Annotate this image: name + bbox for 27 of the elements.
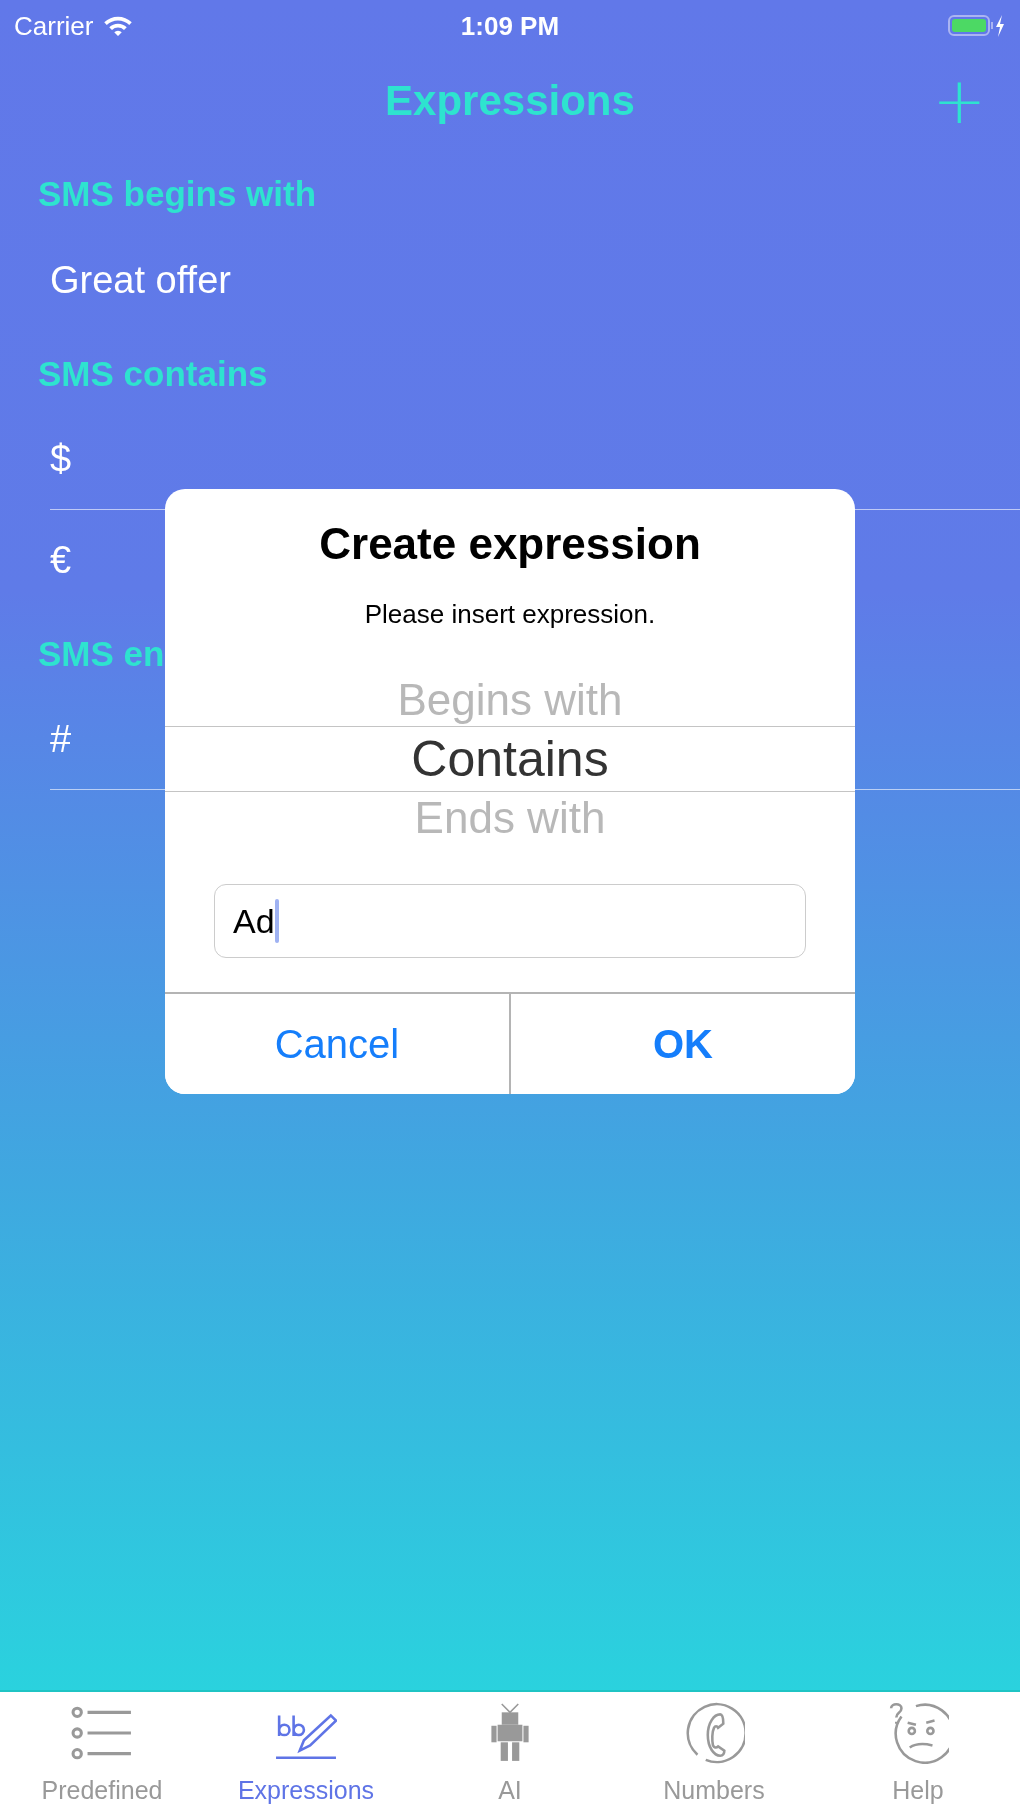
add-button[interactable]: +: [926, 74, 992, 128]
expression-item[interactable]: Great offer: [50, 258, 231, 302]
dialog-message: Please insert expression.: [363, 599, 657, 630]
phone-icon: [683, 1702, 745, 1764]
tab-item[interactable]: Help: [816, 1692, 1020, 1813]
status-time: 1:09 PM: [460, 10, 560, 42]
section-header: SMS begins with: [38, 174, 317, 213]
expression-item[interactable]: €: [50, 538, 72, 582]
picker-option[interactable]: Ends with: [165, 792, 855, 844]
carrier-name: Carrier: [14, 10, 94, 42]
picker-option[interactable]: Begins with: [165, 674, 855, 726]
picker-option[interactable]: Contains: [165, 726, 855, 792]
ok-button[interactable]: OK: [509, 994, 855, 1094]
section-header: SMS en: [38, 634, 165, 673]
tab-item[interactable]: AI: [408, 1692, 612, 1813]
tab-item[interactable]: Numbers: [612, 1692, 816, 1813]
expression-item[interactable]: #: [50, 718, 72, 761]
section-header: SMS contains: [38, 354, 268, 393]
tab-item[interactable]: Expressions: [204, 1692, 408, 1813]
tab-item[interactable]: Predefined: [0, 1692, 204, 1813]
battery-charging-icon: [948, 13, 1006, 39]
nav-title: Expressions: [385, 77, 635, 125]
expression-item[interactable]: $: [50, 438, 72, 481]
confused-face-icon: [887, 1702, 949, 1764]
dialog-title: Create expression: [318, 519, 702, 569]
wifi-icon: [103, 14, 134, 38]
expression-field[interactable]: Ad: [214, 884, 806, 958]
